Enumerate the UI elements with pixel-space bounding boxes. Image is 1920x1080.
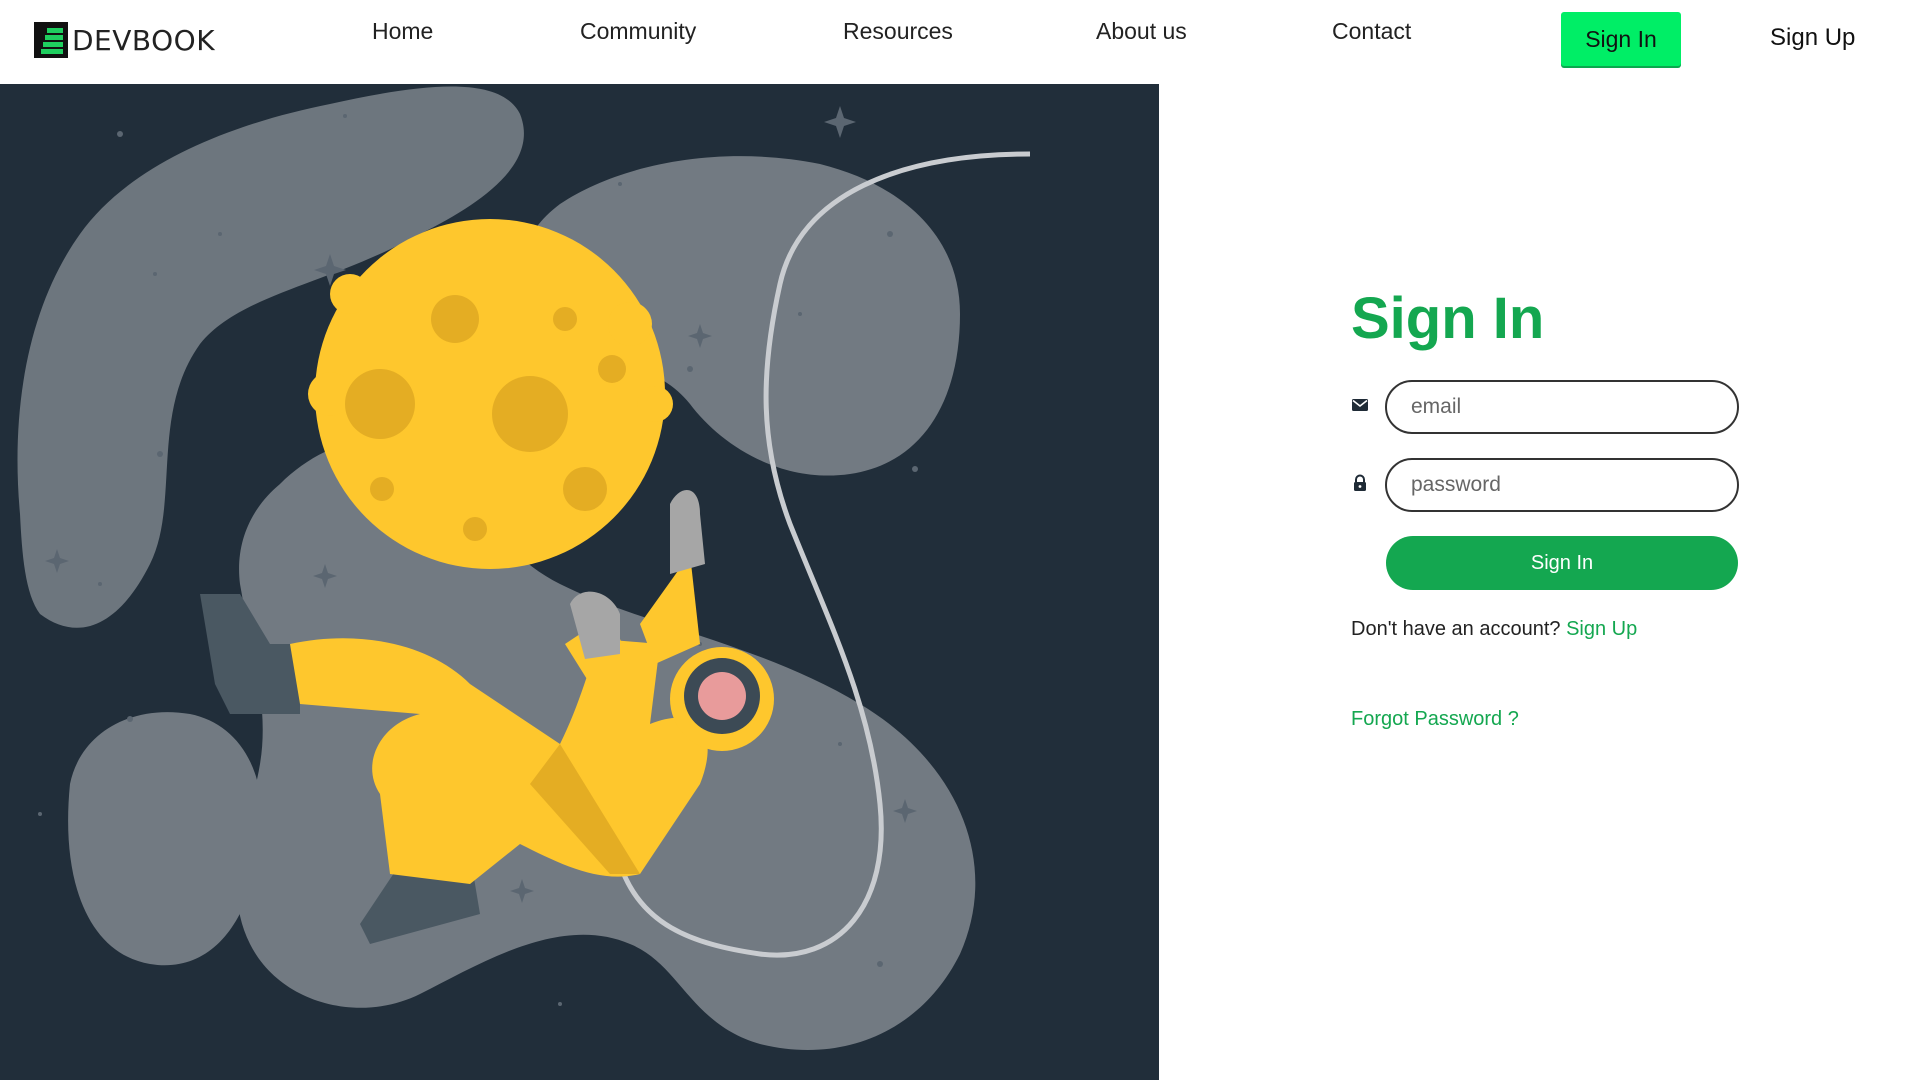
nav-link-resources[interactable]: Resources xyxy=(843,18,953,45)
signin-submit-button[interactable]: Sign In xyxy=(1386,536,1738,590)
no-account-prompt: Don't have an account? Sign Up xyxy=(1351,618,1637,641)
brand-logo[interactable]: DEVBOOK xyxy=(34,20,215,60)
signup-link[interactable]: Sign Up xyxy=(1566,618,1637,640)
top-navbar: DEVBOOK Home Community Resources About u… xyxy=(0,0,1920,84)
nav-link-home[interactable]: Home xyxy=(372,18,433,45)
astronaut-artwork xyxy=(0,84,1159,1080)
nav-link-community[interactable]: Community xyxy=(580,18,696,45)
astronaut-illustration xyxy=(0,84,1159,1080)
nav-signup-link[interactable]: Sign Up xyxy=(1770,24,1855,52)
no-account-text: Don't have an account? xyxy=(1351,618,1561,640)
nav-link-contact[interactable]: Contact xyxy=(1332,18,1411,45)
lock-icon xyxy=(1354,474,1366,491)
nav-signin-button[interactable]: Sign In xyxy=(1561,12,1681,66)
signin-title: Sign In xyxy=(1351,286,1545,351)
password-input[interactable] xyxy=(1385,458,1739,512)
email-row xyxy=(1351,380,1739,434)
email-input[interactable] xyxy=(1385,380,1739,434)
forgot-password-link[interactable]: Forgot Password ? xyxy=(1351,708,1519,731)
book-stack-icon xyxy=(34,22,68,58)
brand-name: DEVBOOK xyxy=(72,23,216,57)
password-row xyxy=(1351,458,1739,512)
nav-link-about-us[interactable]: About us xyxy=(1096,18,1187,45)
envelope-icon xyxy=(1352,399,1368,411)
